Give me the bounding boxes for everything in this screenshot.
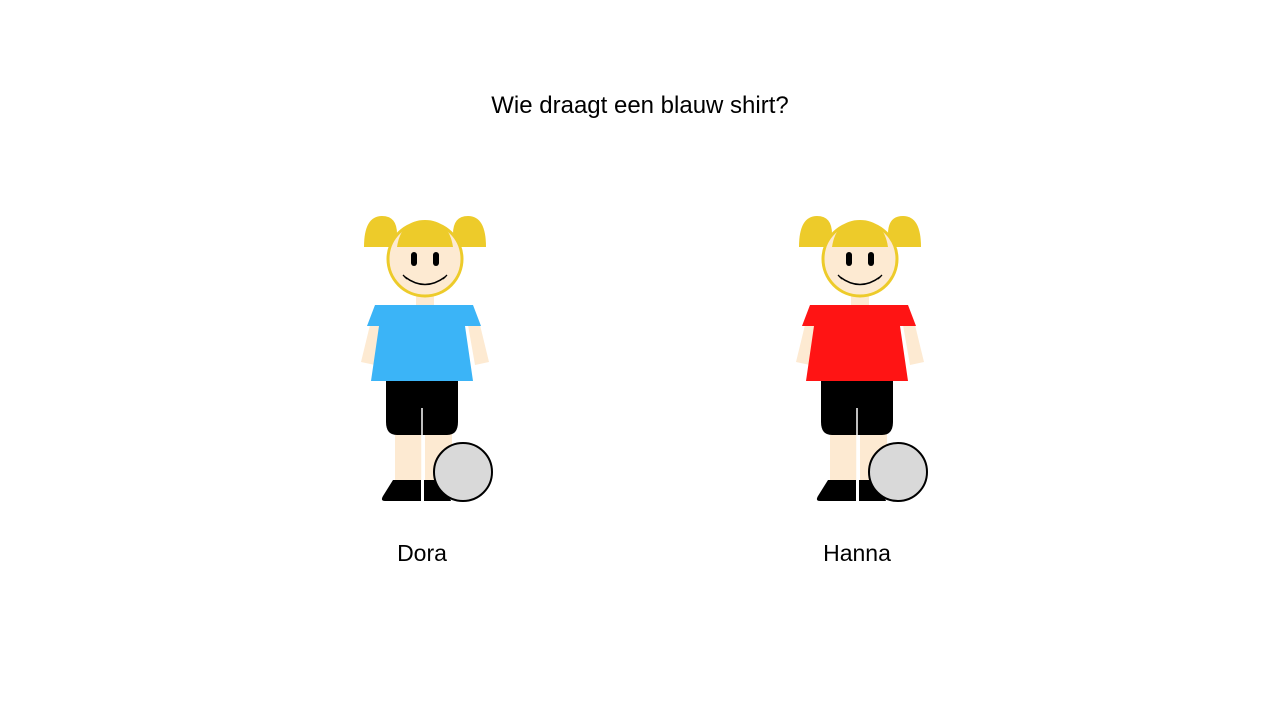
question-text: Wie draagt een blauw shirt? xyxy=(491,92,789,119)
left-leg xyxy=(395,430,422,480)
shirt xyxy=(802,305,916,381)
left-eye xyxy=(846,252,852,266)
left-eye xyxy=(411,252,417,266)
right-eye xyxy=(868,252,874,266)
character-name-dora: Dora xyxy=(397,540,447,566)
left-shoe xyxy=(381,480,421,501)
ball xyxy=(868,442,928,502)
ball xyxy=(433,442,493,502)
bangs xyxy=(832,220,888,247)
right-arm xyxy=(903,325,924,365)
shirt xyxy=(367,305,481,381)
left-leg xyxy=(830,430,857,480)
slide: Wie draagt een blauw shirt? Dora Hanna xyxy=(0,0,1280,720)
right-arm xyxy=(468,325,489,365)
character-dora xyxy=(361,216,493,502)
bangs xyxy=(397,220,453,247)
left-shoe xyxy=(816,480,856,501)
character-hanna xyxy=(796,216,928,502)
character-name-hanna: Hanna xyxy=(823,540,891,566)
right-eye xyxy=(433,252,439,266)
